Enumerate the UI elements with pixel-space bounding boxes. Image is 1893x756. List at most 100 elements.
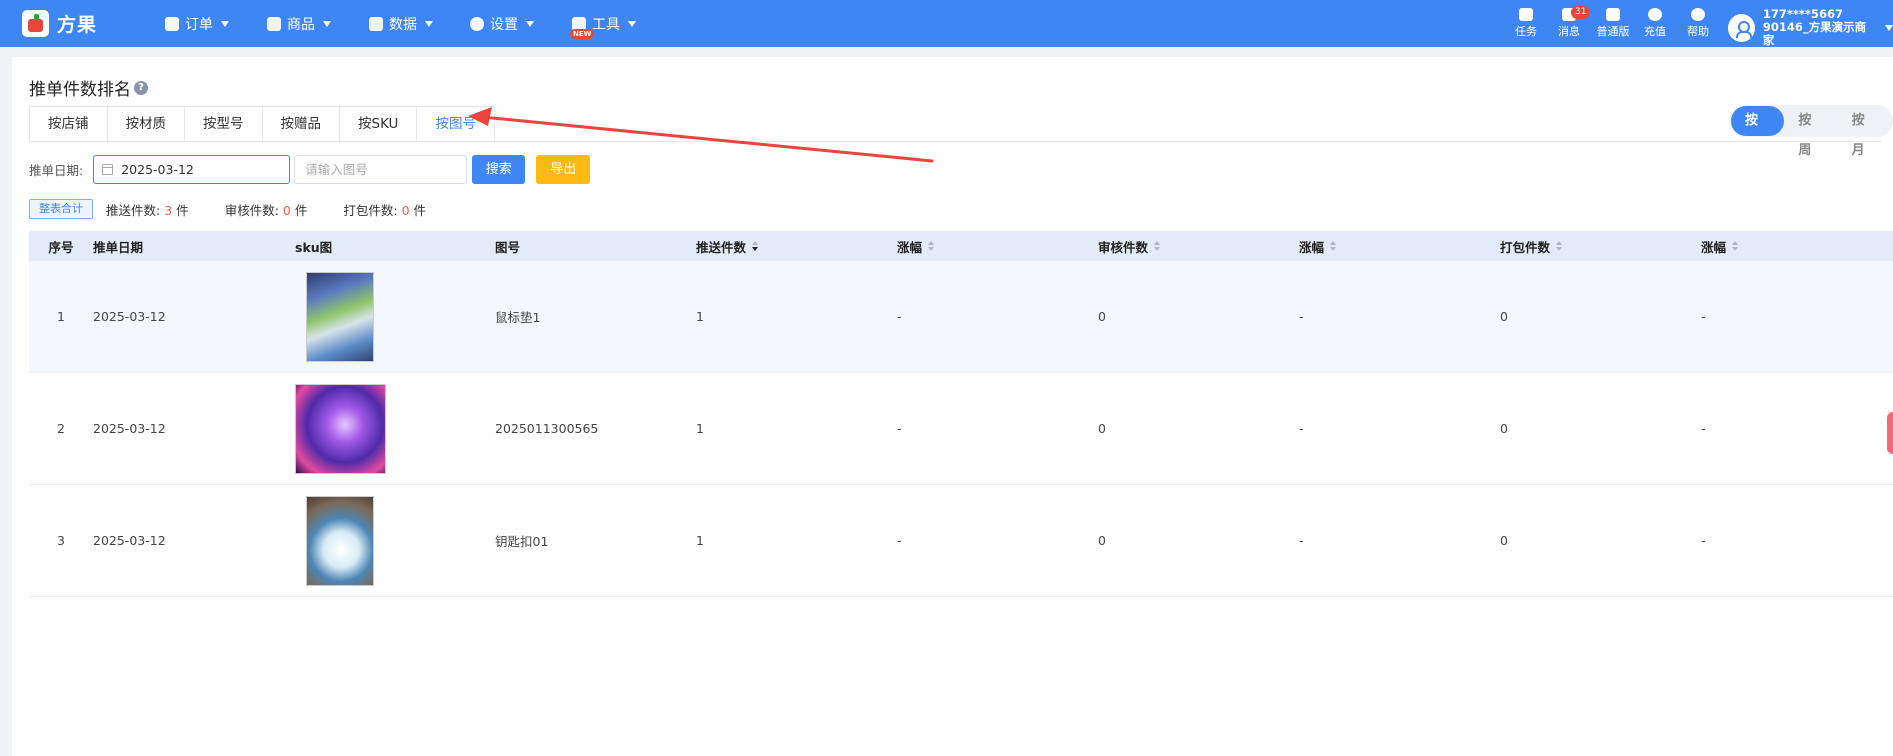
nav-settings[interactable]: 设置 bbox=[470, 14, 534, 34]
help-button[interactable]: 帮助 bbox=[1678, 8, 1718, 39]
task-icon bbox=[1519, 8, 1533, 21]
anime-figure-photo[interactable] bbox=[295, 383, 386, 474]
period-day-button[interactable]: 按日 bbox=[1731, 106, 1785, 158]
cell-figure-number: 钥匙扣01 bbox=[495, 534, 549, 549]
user-menu[interactable]: 177****5667 90146_方果演示商家 bbox=[1728, 8, 1893, 47]
bag-icon bbox=[267, 17, 281, 31]
nav-data[interactable]: 数据 bbox=[369, 14, 433, 34]
push-total-label: 推送件数: bbox=[106, 202, 161, 218]
cell-date: 2025-03-12 bbox=[93, 309, 166, 324]
col-push-count-label: 推送件数 bbox=[696, 239, 747, 255]
chevron-down-icon bbox=[526, 21, 534, 27]
app-logo[interactable]: 方果 bbox=[22, 10, 97, 37]
table-header: 序号 推单日期 sku图 图号 推送件数 涨幅 审核件数 涨幅 打包件数 涨幅 bbox=[29, 231, 1893, 261]
tab-by-sku[interactable]: 按SKU bbox=[340, 107, 418, 142]
chevron-down-icon bbox=[221, 21, 229, 27]
date-label: 推单日期: bbox=[29, 162, 84, 178]
nav-orders[interactable]: 订单 bbox=[165, 14, 229, 34]
chevron-down-icon bbox=[323, 21, 331, 27]
export-button[interactable]: 导出 bbox=[536, 154, 591, 184]
period-week-button[interactable]: 按周 bbox=[1784, 106, 1837, 158]
cell-pack-change: - bbox=[1701, 421, 1706, 436]
date-value: 2025-03-12 bbox=[121, 161, 194, 177]
new-badge: NEW bbox=[570, 29, 595, 39]
coin-icon bbox=[1648, 8, 1662, 21]
col-pack-count[interactable]: 打包件数 bbox=[1500, 237, 1701, 256]
col-review-change-label: 涨幅 bbox=[1299, 239, 1325, 255]
recharge-button[interactable]: 充值 bbox=[1635, 8, 1675, 39]
mousepad-photo[interactable] bbox=[306, 271, 374, 362]
chevron-down-icon bbox=[425, 21, 433, 27]
chart-icon bbox=[369, 17, 383, 31]
cell-figure-number: 鼠标垫1 bbox=[495, 310, 541, 325]
figure-number-input[interactable] bbox=[294, 154, 468, 184]
cell-push-change: - bbox=[897, 533, 902, 548]
task-button[interactable]: 任务 bbox=[1506, 8, 1546, 39]
task-label: 任务 bbox=[1515, 25, 1537, 38]
sort-icon[interactable] bbox=[752, 241, 759, 251]
page-title: 推单件数排名 ? bbox=[29, 75, 148, 100]
nav-settings-label: 设置 bbox=[490, 17, 518, 33]
message-count-badge: 31 bbox=[1571, 6, 1591, 19]
sort-icon[interactable] bbox=[928, 241, 935, 251]
help-icon bbox=[1691, 8, 1705, 21]
calendar-icon bbox=[102, 163, 114, 175]
avatar bbox=[1728, 13, 1755, 42]
cell-index: 1 bbox=[57, 309, 65, 324]
ranking-table: 序号 推单日期 sku图 图号 推送件数 涨幅 审核件数 涨幅 打包件数 涨幅 … bbox=[29, 231, 1893, 597]
nav-products[interactable]: 商品 bbox=[267, 14, 331, 34]
tab-by-model[interactable]: 按型号 bbox=[185, 107, 263, 142]
period-month-button[interactable]: 按月 bbox=[1838, 106, 1891, 158]
keychain-photo[interactable] bbox=[306, 495, 374, 586]
tab-by-gift[interactable]: 按赠品 bbox=[262, 107, 340, 142]
page-title-text: 推单件数排名 bbox=[29, 80, 131, 100]
review-total-value: 0 bbox=[282, 202, 291, 218]
cell-index: 3 bbox=[57, 533, 65, 548]
col-push-count[interactable]: 推送件数 bbox=[696, 237, 897, 256]
col-index: 序号 bbox=[48, 239, 74, 255]
tab-by-shop[interactable]: 按店铺 bbox=[30, 107, 108, 142]
cell-pack-change: - bbox=[1701, 309, 1706, 324]
nav-tools[interactable]: NEW 工具 bbox=[570, 14, 636, 39]
tab-by-material[interactable]: 按材质 bbox=[107, 107, 185, 142]
col-pack-change[interactable]: 涨幅 bbox=[1701, 237, 1891, 256]
cell-review-change: - bbox=[1299, 421, 1304, 436]
gear-icon bbox=[470, 17, 484, 31]
cell-pack-count: 0 bbox=[1500, 421, 1508, 436]
user-info: 177****5667 90146_方果演示商家 bbox=[1763, 8, 1873, 47]
cell-review-change: - bbox=[1299, 533, 1304, 548]
message-label: 消息 bbox=[1558, 25, 1580, 38]
shirt-icon bbox=[1606, 8, 1620, 21]
col-review-change[interactable]: 涨幅 bbox=[1299, 237, 1500, 256]
sort-icon[interactable] bbox=[1154, 241, 1161, 251]
pack-total: 打包件数: 0 件 bbox=[343, 200, 426, 219]
tab-by-figure[interactable]: 按图号 bbox=[417, 107, 494, 142]
cell-date: 2025-03-12 bbox=[93, 533, 166, 548]
help-icon[interactable]: ? bbox=[134, 80, 148, 95]
cell-push-count: 1 bbox=[696, 421, 704, 436]
col-review-count[interactable]: 审核件数 bbox=[1098, 237, 1299, 256]
cell-push-change: - bbox=[897, 309, 902, 324]
col-push-change[interactable]: 涨幅 bbox=[897, 237, 1098, 256]
app-name: 方果 bbox=[57, 14, 98, 36]
table-row[interactable]: 2 2025-03-12 2025011300565 1 - 0 - 0 - bbox=[29, 373, 1893, 485]
edition-button[interactable]: 普通版 bbox=[1591, 8, 1635, 39]
search-button[interactable]: 搜索 bbox=[472, 154, 526, 184]
cell-push-change: - bbox=[897, 421, 902, 436]
push-total-unit: 件 bbox=[176, 202, 189, 218]
nav-products-label: 商品 bbox=[287, 17, 315, 33]
sort-icon[interactable] bbox=[1330, 241, 1337, 251]
cell-review-count: 0 bbox=[1098, 421, 1106, 436]
message-button[interactable]: 31 消息 bbox=[1549, 6, 1591, 39]
col-date: 推单日期 bbox=[93, 239, 144, 255]
recharge-label: 充值 bbox=[1644, 25, 1666, 38]
cell-date: 2025-03-12 bbox=[93, 421, 166, 436]
table-row[interactable]: 1 2025-03-12 鼠标垫1 1 - 0 - 0 - bbox=[29, 261, 1893, 373]
sort-icon[interactable] bbox=[1556, 241, 1563, 251]
floating-side-tab[interactable] bbox=[1887, 412, 1893, 454]
table-row[interactable]: 3 2025-03-12 钥匙扣01 1 - 0 - 0 - bbox=[29, 485, 1893, 597]
chevron-down-icon bbox=[628, 21, 636, 27]
sort-icon[interactable] bbox=[1732, 241, 1739, 251]
date-picker[interactable]: 2025-03-12 bbox=[93, 154, 291, 184]
edition-label: 普通版 bbox=[1596, 25, 1630, 38]
